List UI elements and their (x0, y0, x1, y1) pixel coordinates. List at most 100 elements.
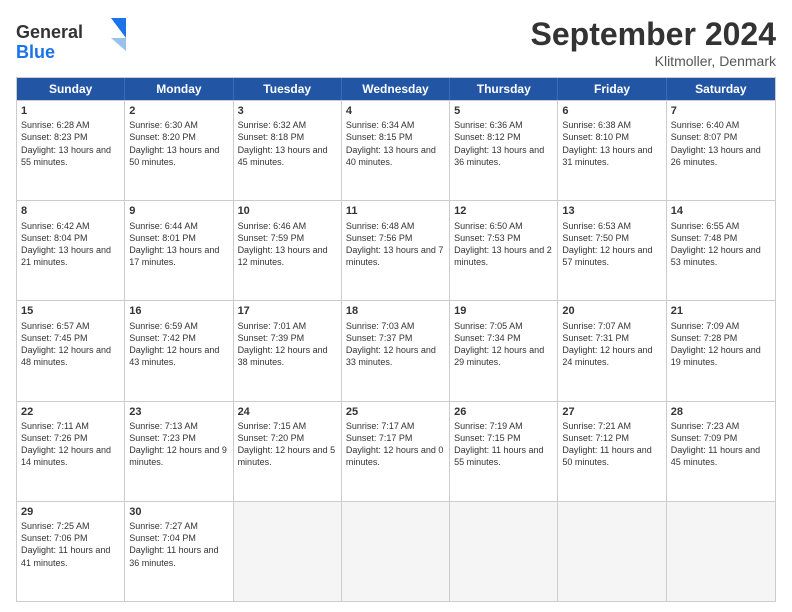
cell-1-wed: 4 Sunrise: 6:34 AMSunset: 8:15 PMDayligh… (342, 101, 450, 200)
cell-5-sun: 29 Sunrise: 7:25 AMSunset: 7:06 PMDaylig… (17, 502, 125, 601)
cell-info: Sunrise: 7:11 AMSunset: 7:26 PMDaylight:… (21, 420, 120, 469)
cell-2-mon: 9 Sunrise: 6:44 AMSunset: 8:01 PMDayligh… (125, 201, 233, 300)
cell-info: Sunrise: 7:07 AMSunset: 7:31 PMDaylight:… (562, 320, 661, 369)
day-num: 27 (562, 405, 661, 419)
cell-2-tue: 10 Sunrise: 6:46 AMSunset: 7:59 PMDaylig… (234, 201, 342, 300)
cell-3-wed: 18 Sunrise: 7:03 AMSunset: 7:37 PMDaylig… (342, 301, 450, 400)
logo-svg: General Blue (16, 16, 126, 64)
week-row-4: 22 Sunrise: 7:11 AMSunset: 7:26 PMDaylig… (17, 401, 775, 501)
cell-info: Sunrise: 6:34 AMSunset: 8:15 PMDaylight:… (346, 119, 445, 168)
cell-1-thu: 5 Sunrise: 6:36 AMSunset: 8:12 PMDayligh… (450, 101, 558, 200)
calendar: Sunday Monday Tuesday Wednesday Thursday… (16, 77, 776, 602)
calendar-body: 1 Sunrise: 6:28 AMSunset: 8:23 PMDayligh… (17, 100, 775, 601)
week-row-3: 15 Sunrise: 6:57 AMSunset: 7:45 PMDaylig… (17, 300, 775, 400)
week-row-1: 1 Sunrise: 6:28 AMSunset: 8:23 PMDayligh… (17, 100, 775, 200)
day-num: 21 (671, 304, 771, 318)
day-num: 6 (562, 104, 661, 118)
location: Klitmoller, Denmark (531, 53, 776, 69)
title-section: September 2024 Klitmoller, Denmark (531, 16, 776, 69)
day-num: 29 (21, 505, 120, 519)
header-thursday: Thursday (450, 78, 558, 100)
day-num: 1 (21, 104, 120, 118)
cell-4-fri: 27 Sunrise: 7:21 AMSunset: 7:12 PMDaylig… (558, 402, 666, 501)
month-title: September 2024 (531, 16, 776, 53)
cell-4-wed: 25 Sunrise: 7:17 AMSunset: 7:17 PMDaylig… (342, 402, 450, 501)
logo: General Blue (16, 16, 126, 64)
week-row-5: 29 Sunrise: 7:25 AMSunset: 7:06 PMDaylig… (17, 501, 775, 601)
cell-2-wed: 11 Sunrise: 6:48 AMSunset: 7:56 PMDaylig… (342, 201, 450, 300)
cell-2-sat: 14 Sunrise: 6:55 AMSunset: 7:48 PMDaylig… (667, 201, 775, 300)
day-num: 11 (346, 204, 445, 218)
day-num: 19 (454, 304, 553, 318)
day-num: 13 (562, 204, 661, 218)
cell-info: Sunrise: 6:55 AMSunset: 7:48 PMDaylight:… (671, 220, 771, 269)
cell-info: Sunrise: 7:17 AMSunset: 7:17 PMDaylight:… (346, 420, 445, 469)
cell-2-sun: 8 Sunrise: 6:42 AMSunset: 8:04 PMDayligh… (17, 201, 125, 300)
cell-5-fri-empty (558, 502, 666, 601)
cell-5-wed-empty (342, 502, 450, 601)
header-sunday: Sunday (17, 78, 125, 100)
header: General Blue September 2024 Klitmoller, … (16, 16, 776, 69)
cell-4-thu: 26 Sunrise: 7:19 AMSunset: 7:15 PMDaylig… (450, 402, 558, 501)
svg-text:General: General (16, 22, 83, 42)
day-num: 26 (454, 405, 553, 419)
day-num: 18 (346, 304, 445, 318)
cell-info: Sunrise: 6:50 AMSunset: 7:53 PMDaylight:… (454, 220, 553, 269)
cell-info: Sunrise: 7:01 AMSunset: 7:39 PMDaylight:… (238, 320, 337, 369)
cell-info: Sunrise: 6:53 AMSunset: 7:50 PMDaylight:… (562, 220, 661, 269)
day-num: 5 (454, 104, 553, 118)
cell-2-fri: 13 Sunrise: 6:53 AMSunset: 7:50 PMDaylig… (558, 201, 666, 300)
cell-5-sat-empty (667, 502, 775, 601)
cell-info: Sunrise: 6:44 AMSunset: 8:01 PMDaylight:… (129, 220, 228, 269)
cell-info: Sunrise: 6:38 AMSunset: 8:10 PMDaylight:… (562, 119, 661, 168)
cell-3-tue: 17 Sunrise: 7:01 AMSunset: 7:39 PMDaylig… (234, 301, 342, 400)
cell-info: Sunrise: 7:27 AMSunset: 7:04 PMDaylight:… (129, 520, 228, 569)
cell-info: Sunrise: 6:57 AMSunset: 7:45 PMDaylight:… (21, 320, 120, 369)
day-num: 2 (129, 104, 228, 118)
day-num: 14 (671, 204, 771, 218)
day-num: 9 (129, 204, 228, 218)
day-num: 7 (671, 104, 771, 118)
cell-1-fri: 6 Sunrise: 6:38 AMSunset: 8:10 PMDayligh… (558, 101, 666, 200)
day-num: 28 (671, 405, 771, 419)
cell-info: Sunrise: 6:28 AMSunset: 8:23 PMDaylight:… (21, 119, 120, 168)
day-num: 12 (454, 204, 553, 218)
cell-4-tue: 24 Sunrise: 7:15 AMSunset: 7:20 PMDaylig… (234, 402, 342, 501)
cell-5-tue-empty (234, 502, 342, 601)
day-num: 23 (129, 405, 228, 419)
week-row-2: 8 Sunrise: 6:42 AMSunset: 8:04 PMDayligh… (17, 200, 775, 300)
cell-info: Sunrise: 7:09 AMSunset: 7:28 PMDaylight:… (671, 320, 771, 369)
day-num: 4 (346, 104, 445, 118)
cell-info: Sunrise: 6:40 AMSunset: 8:07 PMDaylight:… (671, 119, 771, 168)
cell-info: Sunrise: 7:23 AMSunset: 7:09 PMDaylight:… (671, 420, 771, 469)
day-num: 22 (21, 405, 120, 419)
cell-3-fri: 20 Sunrise: 7:07 AMSunset: 7:31 PMDaylig… (558, 301, 666, 400)
header-tuesday: Tuesday (234, 78, 342, 100)
cell-4-mon: 23 Sunrise: 7:13 AMSunset: 7:23 PMDaylig… (125, 402, 233, 501)
day-num: 20 (562, 304, 661, 318)
cell-3-sat: 21 Sunrise: 7:09 AMSunset: 7:28 PMDaylig… (667, 301, 775, 400)
cell-1-mon: 2 Sunrise: 6:30 AMSunset: 8:20 PMDayligh… (125, 101, 233, 200)
day-num: 3 (238, 104, 337, 118)
cell-5-mon: 30 Sunrise: 7:27 AMSunset: 7:04 PMDaylig… (125, 502, 233, 601)
header-saturday: Saturday (667, 78, 775, 100)
cell-info: Sunrise: 6:30 AMSunset: 8:20 PMDaylight:… (129, 119, 228, 168)
cell-3-thu: 19 Sunrise: 7:05 AMSunset: 7:34 PMDaylig… (450, 301, 558, 400)
day-num: 10 (238, 204, 337, 218)
cell-info: Sunrise: 7:19 AMSunset: 7:15 PMDaylight:… (454, 420, 553, 469)
cell-3-mon: 16 Sunrise: 6:59 AMSunset: 7:42 PMDaylig… (125, 301, 233, 400)
cell-4-sat: 28 Sunrise: 7:23 AMSunset: 7:09 PMDaylig… (667, 402, 775, 501)
cell-3-sun: 15 Sunrise: 6:57 AMSunset: 7:45 PMDaylig… (17, 301, 125, 400)
cell-4-sun: 22 Sunrise: 7:11 AMSunset: 7:26 PMDaylig… (17, 402, 125, 501)
day-num: 8 (21, 204, 120, 218)
cell-info: Sunrise: 6:59 AMSunset: 7:42 PMDaylight:… (129, 320, 228, 369)
page: General Blue September 2024 Klitmoller, … (0, 0, 792, 612)
day-num: 24 (238, 405, 337, 419)
cell-5-thu-empty (450, 502, 558, 601)
header-friday: Friday (558, 78, 666, 100)
day-num: 25 (346, 405, 445, 419)
day-num: 15 (21, 304, 120, 318)
cell-info: Sunrise: 6:42 AMSunset: 8:04 PMDaylight:… (21, 220, 120, 269)
cell-info: Sunrise: 7:15 AMSunset: 7:20 PMDaylight:… (238, 420, 337, 469)
cell-info: Sunrise: 7:05 AMSunset: 7:34 PMDaylight:… (454, 320, 553, 369)
